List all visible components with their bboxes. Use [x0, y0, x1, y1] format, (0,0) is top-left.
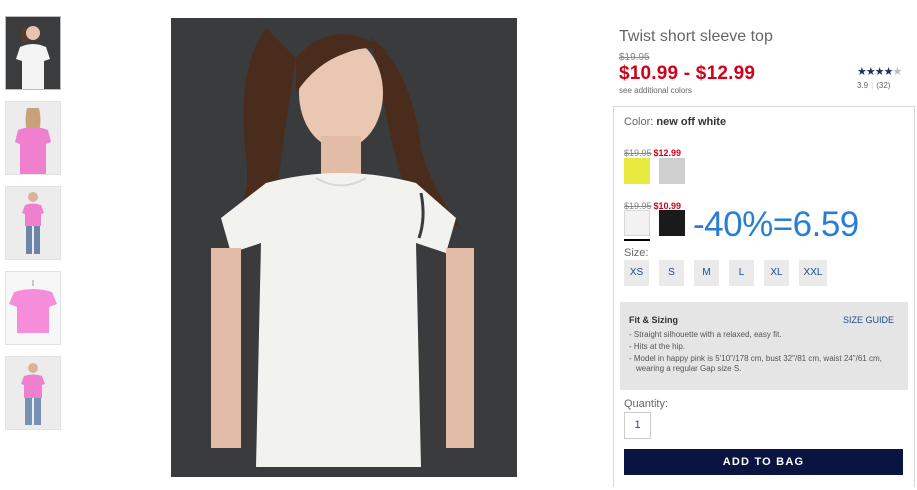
thumbnail-white-top[interactable] — [5, 16, 61, 90]
color-label-text: Color: — [624, 116, 654, 128]
swatch-old-price: $19.95 — [624, 148, 652, 158]
fit-and-sizing-panel: Fit & Sizing SIZE GUIDE - Straight silho… — [620, 302, 908, 390]
swatch-yellow[interactable] — [624, 158, 650, 184]
main-product-image[interactable] — [171, 18, 517, 477]
selected-swatch-indicator — [624, 239, 650, 241]
thumbnail-strip — [5, 16, 61, 441]
selected-color-name: new off white — [656, 116, 727, 128]
fit-detail-text: Model in happy pink is 5'10"/178 cm, bus… — [633, 354, 882, 373]
thumbnail-pink-full[interactable] — [5, 186, 61, 260]
review-count: (32) — [876, 81, 891, 90]
size-xs-button[interactable]: XS — [624, 260, 649, 286]
size-guide-link[interactable]: SIZE GUIDE — [843, 315, 894, 325]
star-empty-icon: ★ — [892, 66, 902, 78]
fit-details-list: - Straight silhouette with a relaxed, ea… — [626, 330, 898, 376]
fit-title: Fit & Sizing — [629, 315, 678, 325]
swatch-grey[interactable] — [659, 158, 685, 184]
discount-annotation: -40%=6.59 — [693, 205, 859, 244]
color-label: Color: new off white — [624, 116, 726, 128]
rating-value: 3.9 — [857, 81, 869, 90]
swatch-black[interactable] — [659, 210, 685, 236]
quantity-input[interactable]: 1 — [624, 412, 651, 439]
product-title: Twist short sleeve top — [619, 28, 773, 45]
fit-detail-text: Hits at the hip. — [633, 342, 686, 351]
size-s-button[interactable]: S — [659, 260, 684, 286]
rating-separator: | — [871, 81, 874, 90]
thumbnail-pink-flat[interactable] — [5, 271, 61, 345]
swatch-off-white[interactable] — [624, 210, 650, 236]
thumbnail-pink-jeans[interactable] — [5, 356, 61, 430]
rating-summary[interactable]: 3.9 | (32) — [857, 81, 890, 90]
fit-detail-item: - Model in happy pink is 5'10"/178 cm, b… — [629, 354, 882, 373]
rating-stars[interactable]: ★★★★★ — [857, 65, 902, 78]
swatch-new-price: $12.99 — [653, 148, 682, 158]
size-m-button[interactable]: M — [694, 260, 719, 286]
quantity-label: Quantity: — [624, 398, 669, 410]
see-additional-colors-link[interactable]: see additional colors — [619, 86, 692, 95]
size-xl-button[interactable]: XL — [764, 260, 789, 286]
sale-price: $10.99 - $12.99 — [619, 63, 756, 84]
fit-detail-item: - Hits at the hip. — [629, 342, 686, 351]
fit-detail-text: Straight silhouette with a relaxed, easy… — [633, 330, 782, 339]
size-l-button[interactable]: L — [729, 260, 754, 286]
star-icons: ★★★★ — [857, 66, 893, 78]
fit-detail-item: - Straight silhouette with a relaxed, ea… — [629, 330, 782, 339]
size-xxl-button[interactable]: XXL — [799, 260, 827, 286]
add-to-bag-button[interactable]: ADD TO BAG — [624, 449, 903, 475]
size-label: Size: — [624, 247, 649, 259]
original-price: $19.95 — [619, 52, 650, 63]
thumbnail-pink-back[interactable] — [5, 101, 61, 175]
